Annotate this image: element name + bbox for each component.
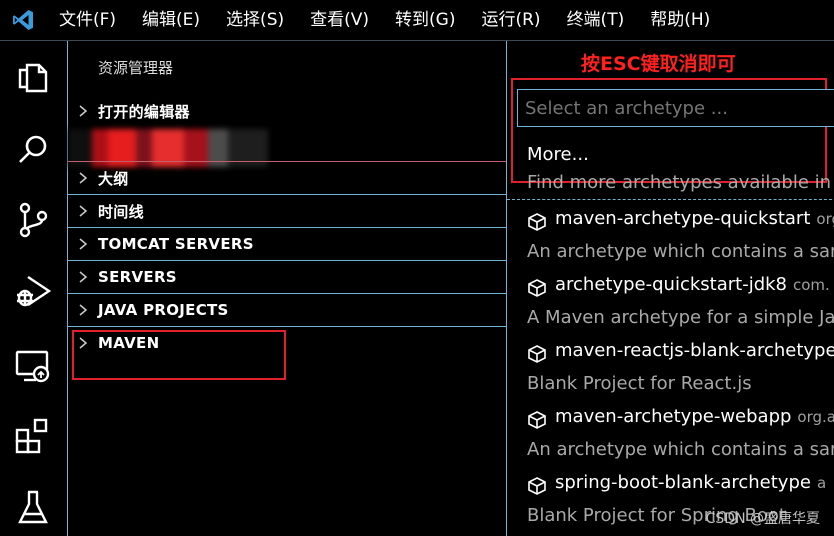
search-icon[interactable] [12,129,54,171]
chevron-right-icon [68,294,98,326]
archetype-name: spring-boot-blank-archetype a [555,472,827,493]
archetype-desc: A Maven archetype for a simple Jav [527,307,834,328]
menu-terminal[interactable]: 终端(T) [554,0,638,40]
archetype-desc: An archetype which contains a samp [527,241,834,262]
archetype-name: maven-archetype-quickstartorg [555,208,834,229]
section-servers[interactable]: SERVERS [68,260,506,293]
menu-run[interactable]: 运行(R) [468,0,553,40]
menu-help[interactable]: 帮助(H) [637,0,723,40]
remote-explorer-icon[interactable] [12,345,54,387]
chevron-right-icon [68,95,98,127]
more-desc: Find more archetypes available in re [527,172,834,193]
section-label: 大纲 [98,169,129,188]
package-icon [528,477,546,495]
section-label: SERVERS [98,268,177,286]
menu-view[interactable]: 查看(V) [297,0,382,40]
sidebar-title: 资源管理器 [98,59,174,77]
explorer-sidebar: 资源管理器 打开的编辑器 大纲 时间线 TOMCAT SERVERS SERVE… [68,41,507,536]
extensions-icon[interactable] [12,415,54,457]
section-open-editors[interactable]: 打开的编辑器 [68,95,506,127]
annotation-text: 按ESC键取消即可 [581,53,736,75]
archetype-quick-pick: 按ESC键取消即可 More... Find more archetypes a… [507,41,834,536]
menu-edit[interactable]: 编辑(E) [129,0,213,40]
list-item[interactable]: maven-archetype-webapp org.a An archetype… [507,404,834,470]
package-icon [528,279,546,297]
more-title: More... [527,144,589,165]
menu-go[interactable]: 转到(G) [382,0,468,40]
list-item[interactable]: maven-archetype-quickstartorg An archety… [507,206,834,272]
explorer-icon[interactable] [12,55,54,97]
chevron-right-icon [68,261,98,293]
section-tomcat-servers[interactable]: TOMCAT SERVERS [68,227,506,260]
section-label: TOMCAT SERVERS [98,235,254,253]
section-outline[interactable]: 大纲 [68,161,506,194]
archetype-name: maven-reactjs-blank-archetype [555,340,834,361]
list-item[interactable]: archetype-quickstart-jdk8 com. A Maven ar… [507,272,834,338]
chevron-right-icon [68,228,98,260]
section-label: 打开的编辑器 [98,102,190,121]
package-icon [528,411,546,429]
maven-highlight-box [72,330,286,380]
section-java-projects[interactable]: JAVA PROJECTS [68,293,506,326]
archetype-name: maven-archetype-webapp org.a [555,406,834,427]
section-label: 时间线 [98,202,144,221]
menu-bar: 文件(F) 编辑(E) 选择(S) 查看(V) 转到(G) 运行(R) 终端(T… [0,0,834,41]
run-debug-icon[interactable] [12,271,54,313]
archetype-search-input[interactable] [517,89,834,127]
archetype-desc: An archetype which contains a samp [527,439,834,460]
chevron-right-icon [68,195,98,227]
package-icon [528,345,546,363]
section-timeline[interactable]: 时间线 [68,194,506,227]
activity-bar [0,41,68,536]
menu-selection[interactable]: 选择(S) [213,0,297,40]
archetype-name: archetype-quickstart-jdk8 com. [555,274,830,295]
menu-file[interactable]: 文件(F) [46,0,129,40]
more-archetypes-item[interactable]: More... Find more archetypes available i… [507,137,834,200]
source-control-icon[interactable] [12,199,54,241]
csdn-watermark: CSDN @盛唐华夏 [705,511,820,527]
vscode-logo-icon [0,0,46,40]
list-item[interactable]: maven-reactjs-blank-archetype Blank Proj… [507,338,834,404]
chevron-right-icon [68,162,98,194]
archetype-desc: Blank Project for React.js [527,373,752,394]
package-icon [528,213,546,231]
section-label: JAVA PROJECTS [98,301,229,319]
testing-icon[interactable] [12,487,54,529]
